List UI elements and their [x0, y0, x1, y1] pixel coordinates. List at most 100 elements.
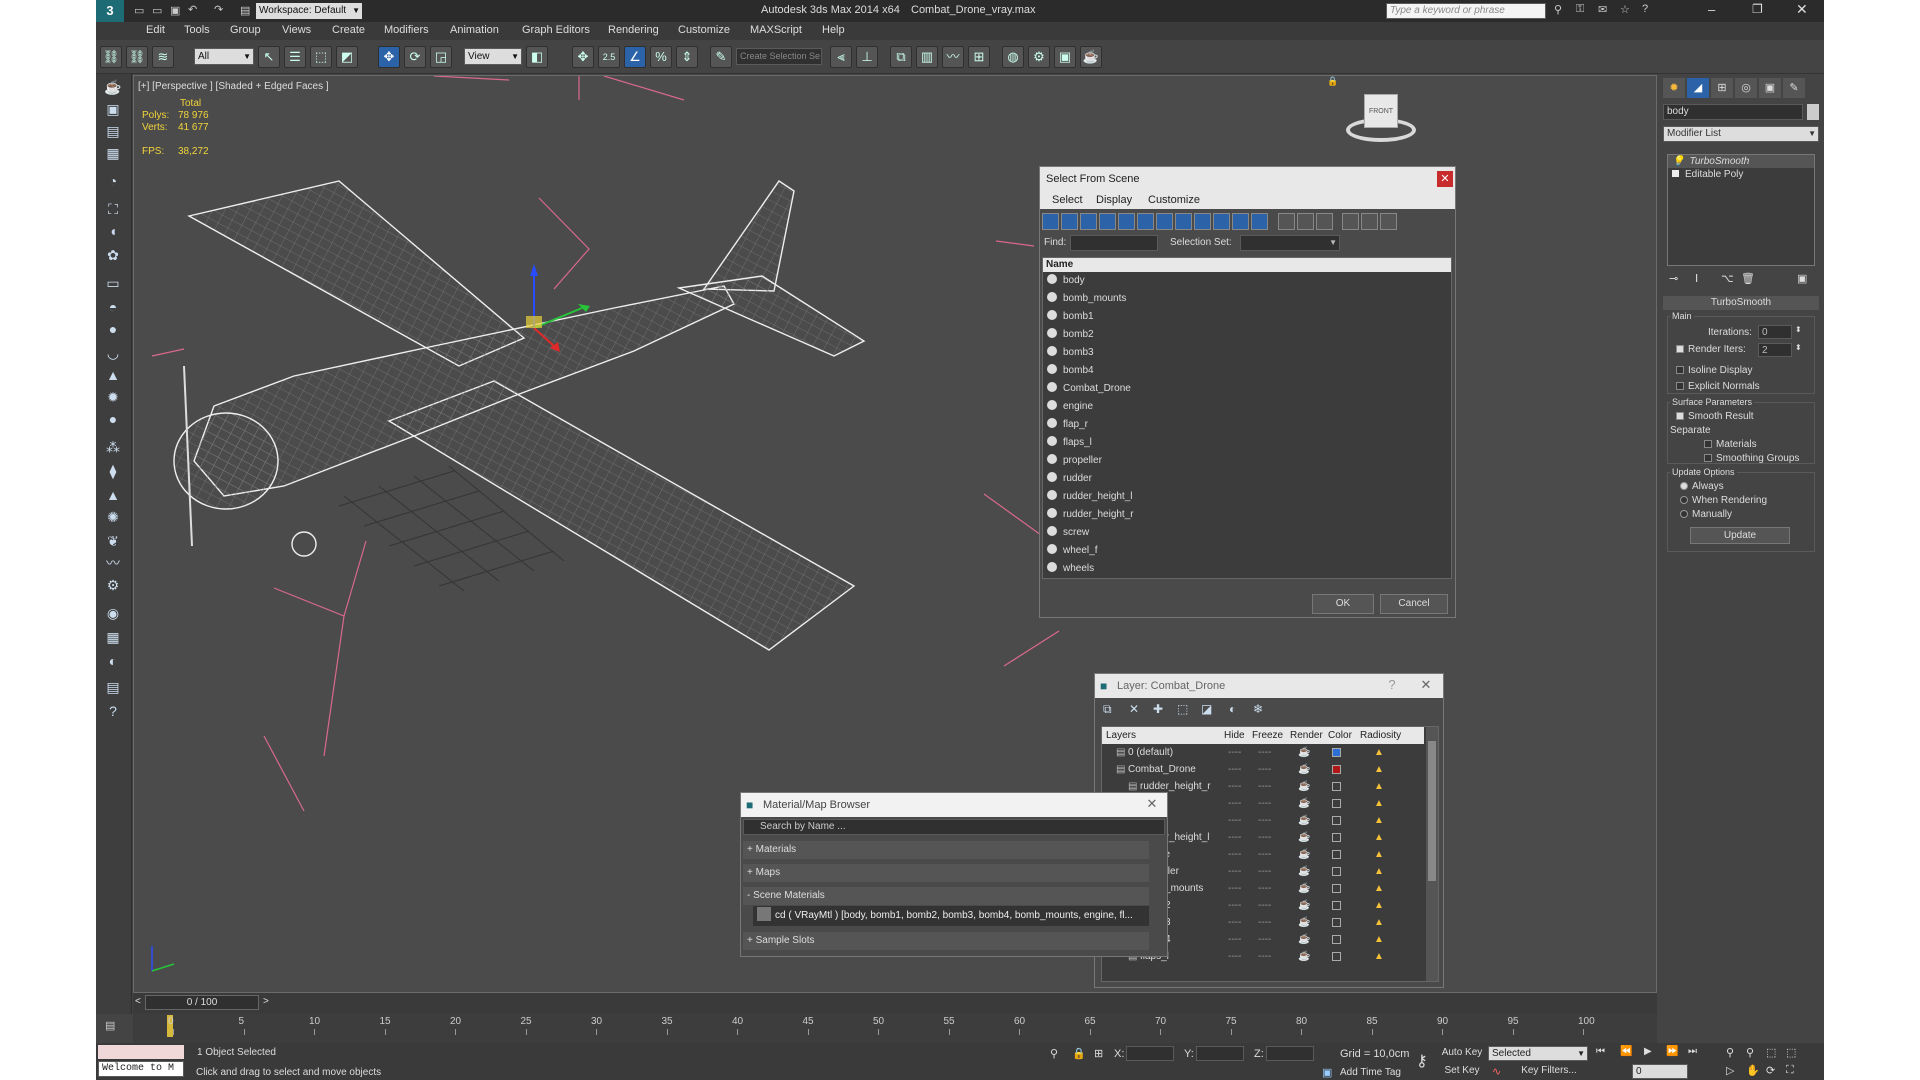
render-iters-up-down-icon[interactable]: ⬍: [1795, 343, 1802, 352]
fur-icon[interactable]: ▲: [102, 484, 124, 506]
filter-groups-icon[interactable]: [1156, 213, 1173, 230]
minimize-icon[interactable]: –: [1708, 2, 1715, 17]
sfs-menu-display[interactable]: Display: [1096, 194, 1132, 206]
edit-named-selection-icon[interactable]: ✎: [710, 46, 732, 68]
bowl-icon[interactable]: ◡: [102, 342, 124, 364]
stack-item-turbosmooth[interactable]: 💡 TurboSmooth: [1668, 155, 1814, 168]
freeze-toggle[interactable]: ----: [1258, 948, 1271, 965]
hide-column-header[interactable]: Hide: [1224, 727, 1245, 744]
spinner-snap-icon[interactable]: ⇕: [676, 46, 698, 68]
named-selection-set-dropdown[interactable]: Create Selection Se: [736, 48, 822, 65]
hide-toggle[interactable]: ----: [1228, 795, 1241, 812]
selection-set-dropdown[interactable]: ▼: [1240, 235, 1340, 251]
project-folder-icon[interactable]: ▤: [240, 4, 250, 17]
render-production-icon[interactable]: ☕: [1080, 46, 1102, 68]
time-slider-next-icon[interactable]: >: [263, 996, 269, 1007]
schematic-view-icon[interactable]: ⊞: [968, 46, 990, 68]
filter-lights-icon[interactable]: [1080, 213, 1097, 230]
layers-column-header[interactable]: Layers: [1106, 727, 1136, 744]
sphere-yellow-icon[interactable]: ●: [102, 408, 124, 430]
material-section-maps[interactable]: + Maps: [743, 864, 1149, 882]
filter-bones-icon[interactable]: [1194, 213, 1211, 230]
table-icon[interactable]: ▦: [102, 142, 124, 164]
menu-graph-editors[interactable]: Graph Editors: [522, 24, 590, 36]
sfs-list-item[interactable]: bomb2: [1045, 326, 1449, 344]
radiosity-icon[interactable]: ▲: [1374, 829, 1384, 846]
material-section-materials[interactable]: + Materials: [743, 841, 1149, 859]
stack-item-editable-poly[interactable]: Editable Poly: [1668, 168, 1814, 181]
layer-color-swatch[interactable]: [1332, 935, 1341, 944]
radiosity-icon[interactable]: ▲: [1374, 931, 1384, 948]
select-manipulate-icon[interactable]: ✥: [572, 46, 594, 68]
sfs-list-item[interactable]: bomb4: [1045, 362, 1449, 380]
graphite-ribbon-icon[interactable]: ▥: [916, 46, 938, 68]
select-by-name-icon[interactable]: ☰: [284, 46, 306, 68]
vray-icon[interactable]: ✿: [102, 244, 124, 266]
layer-color-swatch[interactable]: [1332, 952, 1341, 961]
z-coordinate-input[interactable]: [1266, 1046, 1314, 1061]
sfs-list-item[interactable]: bomb_mounts: [1045, 290, 1449, 308]
grid-icon[interactable]: ▦: [102, 626, 124, 648]
freeze-toggle[interactable]: ----: [1258, 829, 1271, 846]
freeze-toggle[interactable]: ----: [1258, 880, 1271, 897]
sfs-list-item[interactable]: flaps_l: [1045, 434, 1449, 452]
select-object-icon[interactable]: ↖: [258, 46, 280, 68]
undo-icon[interactable]: ↶: [188, 3, 197, 16]
explicit-normals-checkbox[interactable]: Explicit Normals: [1676, 381, 1760, 392]
layer-color-swatch[interactable]: [1332, 833, 1341, 842]
menu-modifiers[interactable]: Modifiers: [384, 24, 429, 36]
reference-coordinate-dropdown[interactable]: View ▼: [464, 48, 522, 65]
sound-icon[interactable]: ◖: [102, 220, 124, 242]
filter-hidden-icon[interactable]: [1251, 213, 1268, 230]
y-coordinate-input[interactable]: [1196, 1046, 1244, 1061]
filter-xrefs-icon[interactable]: [1175, 213, 1192, 230]
smooth-result-checkbox[interactable]: Smooth Result: [1676, 411, 1754, 422]
zoom-extents-icon[interactable]: ⬚: [1766, 1046, 1776, 1059]
sphere-icon[interactable]: ●: [102, 318, 124, 340]
menu-rendering[interactable]: Rendering: [608, 24, 659, 36]
window-crossing-icon[interactable]: ◩: [336, 46, 358, 68]
render-teapot-icon[interactable]: ☕: [1298, 761, 1310, 778]
sfs-list-item[interactable]: body: [1045, 272, 1449, 290]
viewcube[interactable]: FRONT: [1346, 94, 1416, 146]
sfs-list-item[interactable]: screw: [1045, 524, 1449, 542]
layer-manager-icon[interactable]: ⧉: [890, 46, 912, 68]
scene-material-item[interactable]: cd ( VRayMtl ) [body, bomb1, bomb2, bomb…: [753, 906, 1149, 926]
zoom-icon[interactable]: ⚲: [1726, 1046, 1734, 1059]
utilities-tab-icon[interactable]: ✎: [1783, 78, 1805, 98]
particles-icon[interactable]: ⁂: [102, 436, 124, 458]
key-mode-dropdown[interactable]: Selected ▼: [1488, 1046, 1588, 1061]
modify-tab-icon[interactable]: ◢: [1687, 78, 1709, 98]
sun-icon[interactable]: ✹: [102, 386, 124, 408]
radiosity-column-header[interactable]: Radiosity: [1360, 727, 1401, 744]
help-search-input[interactable]: Type a keyword or phrase: [1386, 3, 1546, 19]
sfs-list-item[interactable]: rudder: [1045, 470, 1449, 488]
filter-containers-icon[interactable]: [1213, 213, 1230, 230]
mirror-icon[interactable]: ⫷: [830, 46, 852, 68]
render-teapot-icon[interactable]: ☕: [1298, 829, 1310, 846]
create-layer-icon[interactable]: ⧉: [1103, 702, 1112, 717]
menu-customize[interactable]: Customize: [678, 24, 730, 36]
sfs-list-item[interactable]: Combat_Drone: [1045, 380, 1449, 398]
smoothing-groups-checkbox[interactable]: Smoothing Groups: [1704, 453, 1799, 464]
hide-toggle[interactable]: ----: [1228, 846, 1241, 863]
hide-toggle[interactable]: ----: [1228, 829, 1241, 846]
radiosity-icon[interactable]: ▲: [1374, 948, 1384, 965]
find-input[interactable]: [1070, 235, 1158, 251]
maximize-viewport-icon[interactable]: ⛶: [1786, 1064, 1794, 1077]
environment-icon[interactable]: ◐: [102, 650, 124, 672]
x-coordinate-input[interactable]: [1126, 1046, 1174, 1061]
hair-icon[interactable]: 〰: [102, 552, 124, 574]
proxy-icon[interactable]: ⧫: [102, 460, 124, 482]
add-to-layer-icon[interactable]: ✚: [1153, 702, 1163, 716]
layer-color-swatch[interactable]: [1332, 765, 1341, 774]
hide-toggle[interactable]: ----: [1228, 948, 1241, 965]
layer-color-swatch[interactable]: [1332, 901, 1341, 910]
layer-scrollbar[interactable]: [1426, 727, 1438, 981]
material-editor-icon[interactable]: ◍: [1002, 46, 1024, 68]
previous-frame-icon[interactable]: ⏪: [1620, 1046, 1632, 1057]
workspace-dropdown[interactable]: Workspace: Default ▼: [256, 3, 362, 19]
rectangle-selection-icon[interactable]: ⬚: [310, 46, 332, 68]
radiosity-icon[interactable]: ▲: [1374, 897, 1384, 914]
snaps-toggle-icon[interactable]: 2.5: [598, 46, 620, 68]
